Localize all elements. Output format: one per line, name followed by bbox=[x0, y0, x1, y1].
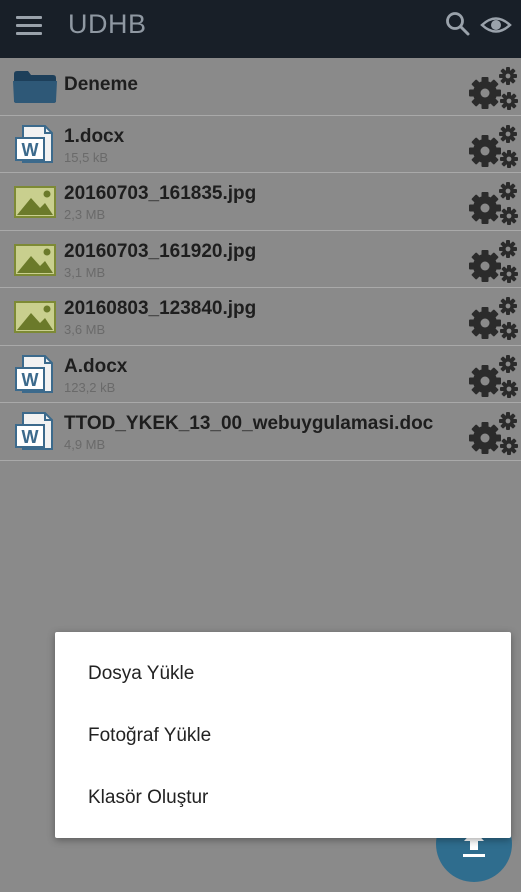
list-item[interactable]: 20160803_123840.jpg 3,6 MB bbox=[0, 288, 521, 346]
file-size: 3,6 MB bbox=[64, 322, 106, 337]
file-name: 20160703_161920.jpg bbox=[64, 240, 257, 262]
file-list: Deneme 1.docx 15,5 kB 20160703_161835.jp… bbox=[0, 58, 521, 461]
gear-icon[interactable] bbox=[466, 64, 521, 112]
image-file-icon bbox=[12, 296, 58, 336]
list-item[interactable]: 20160703_161920.jpg 3,1 MB bbox=[0, 231, 521, 288]
gear-icon[interactable] bbox=[466, 122, 521, 170]
gear-icon[interactable] bbox=[466, 179, 521, 227]
image-file-icon bbox=[12, 181, 58, 221]
app-title: UDHB bbox=[68, 9, 147, 39]
file-name: A.docx bbox=[64, 355, 128, 377]
folder-icon bbox=[12, 66, 58, 106]
list-item[interactable]: Deneme bbox=[0, 58, 521, 116]
file-size: 4,9 MB bbox=[64, 437, 106, 452]
file-name: TTOD_YKEK_13_00_webuygulamasi.doc bbox=[64, 413, 434, 434]
list-item[interactable]: TTOD_YKEK_13_00_webuygulamasi.doc 4,9 MB bbox=[0, 403, 521, 461]
gear-icon[interactable] bbox=[466, 352, 521, 400]
gear-icon[interactable] bbox=[466, 237, 521, 285]
word-document-icon bbox=[12, 124, 58, 164]
gear-icon[interactable] bbox=[466, 409, 521, 457]
menu-icon[interactable] bbox=[16, 16, 42, 36]
file-size: 2,3 MB bbox=[64, 207, 106, 222]
search-icon[interactable] bbox=[444, 10, 472, 38]
file-size: 3,1 MB bbox=[64, 264, 106, 280]
app-bar: UDHB bbox=[0, 0, 521, 58]
eye-icon[interactable] bbox=[480, 14, 512, 36]
menu-item-upload-file[interactable]: Dosya Yükle bbox=[55, 643, 511, 705]
menu-item-create-folder[interactable]: Klasör Oluştur bbox=[55, 767, 511, 829]
gear-icon[interactable] bbox=[466, 294, 521, 342]
image-file-icon bbox=[12, 239, 58, 279]
file-name: 1.docx bbox=[64, 125, 125, 147]
menu-item-upload-photo[interactable]: Fotoğraf Yükle bbox=[55, 705, 511, 767]
list-item[interactable]: A.docx 123,2 kB bbox=[0, 346, 521, 403]
file-size: 123,2 kB bbox=[64, 379, 116, 395]
upload-options-menu: Dosya Yükle Fotoğraf Yükle Klasör Oluştu… bbox=[55, 632, 511, 838]
file-name: Deneme bbox=[64, 74, 138, 95]
list-item[interactable]: 20160703_161835.jpg 2,3 MB bbox=[0, 173, 521, 231]
word-document-icon bbox=[12, 354, 58, 394]
list-item[interactable]: 1.docx 15,5 kB bbox=[0, 116, 521, 173]
word-document-icon bbox=[12, 411, 58, 451]
file-name: 20160803_123840.jpg bbox=[64, 298, 257, 319]
file-size: 15,5 kB bbox=[64, 149, 109, 165]
file-name: 20160703_161835.jpg bbox=[64, 183, 257, 204]
